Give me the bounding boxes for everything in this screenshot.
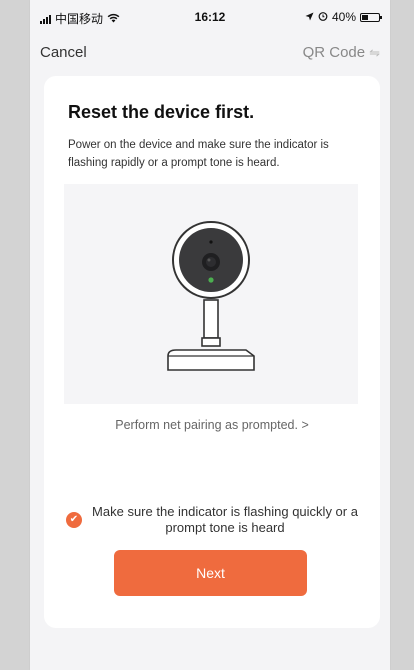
camera-illustration (64, 184, 358, 404)
battery-percent: 40% (331, 10, 356, 24)
qr-code-label: QR Code (302, 44, 366, 61)
reset-card: Reset the device first. Power on the dev… (44, 76, 380, 628)
qr-code-button[interactable]: QR Code ⇋ (303, 44, 380, 61)
confirm-checkbox-row[interactable]: ✔ Make sure the indicator is flashing qu… (66, 504, 362, 536)
swap-icon: ⇋ (369, 44, 380, 60)
next-button[interactable]: Next (114, 550, 307, 596)
page-title: Reset the device first. (68, 102, 255, 122)
alarm-icon (318, 10, 328, 24)
phone-screen: 中国移动 16:12 40% Cancel QR Code ⇋ Reset th… (30, 0, 390, 670)
nav-bar: Cancel QR Code ⇋ (30, 40, 390, 66)
battery-icon (360, 12, 382, 22)
reset-description: Power on the device and make sure the in… (68, 139, 329, 169)
confirm-label: Make sure the indicator is flashing quic… (92, 504, 358, 535)
cancel-button[interactable]: Cancel (40, 44, 87, 61)
status-bar: 中国移动 16:12 40% (30, 0, 390, 32)
checkmark-icon[interactable]: ✔ (66, 512, 82, 528)
status-right: 40% (305, 10, 382, 24)
pairing-guide-link[interactable]: Perform net pairing as prompted. > (44, 418, 380, 432)
location-icon (305, 10, 314, 24)
